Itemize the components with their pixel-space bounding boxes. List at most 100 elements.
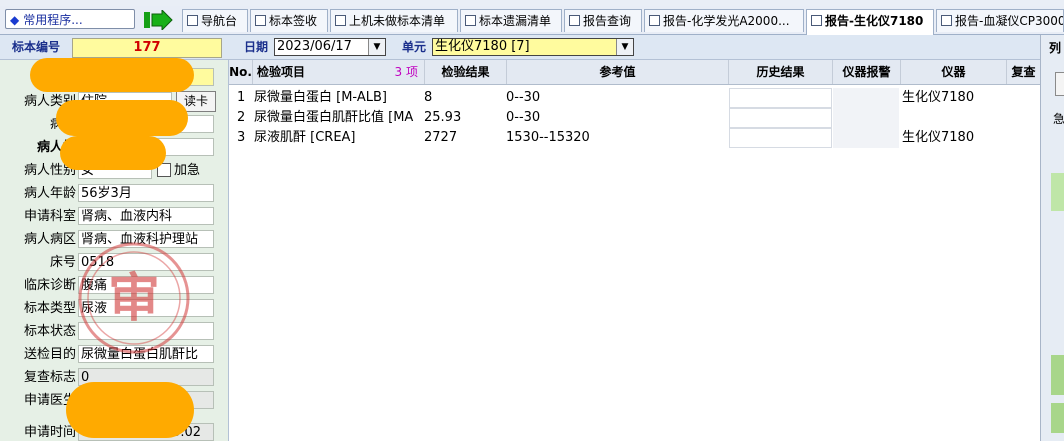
- cell-history: [729, 128, 832, 148]
- tab-label: 报告-生化仪7180: [825, 14, 924, 28]
- status-indicator: [1051, 403, 1064, 433]
- redaction-mark: [60, 136, 166, 170]
- unit-select[interactable]: 生化仪7180 [7] ▼: [432, 38, 634, 56]
- tab-icon: [811, 15, 822, 26]
- diagnosis-label: 临床诊断: [23, 278, 76, 293]
- cell-instrument: [899, 108, 1005, 128]
- side-button[interactable]: [1055, 72, 1064, 96]
- filter-bar: 标本编号 177 日期 2023/06/17 ▼ 单元 生化仪7180 [7] …: [0, 35, 1040, 60]
- tab-label: 报告-血凝仪CP3000: [955, 14, 1064, 28]
- tab-icon: [335, 15, 346, 26]
- cell-history: [729, 88, 832, 108]
- review-stamp: 审: [78, 242, 190, 354]
- tab-sample-receipt[interactable]: 标本签收: [250, 9, 328, 32]
- tab-icon: [569, 15, 580, 26]
- tab-report-coagulation[interactable]: 报告-血凝仪CP3000: [936, 9, 1064, 32]
- tab-report-chemiluminescence[interactable]: 报告-化学发光A2000...: [644, 9, 804, 32]
- stamp-text: 审: [108, 269, 160, 329]
- cell-reference: 0--30: [506, 110, 541, 125]
- go-arrow-icon[interactable]: [143, 10, 173, 30]
- col-header-item[interactable]: 检验项目 3 项: [253, 60, 425, 84]
- ward-label: 病人病区: [23, 232, 76, 247]
- col-header-result[interactable]: 检验结果: [425, 60, 507, 84]
- tab-icon: [465, 15, 476, 26]
- table-row[interactable]: 1 尿微量白蛋白 [M-ALB] 8 0--30 生化仪7180: [229, 88, 1040, 108]
- sample-no-field[interactable]: 177: [72, 38, 222, 58]
- dept-label: 申请科室: [23, 209, 76, 224]
- cell-instrument: 生化仪7180: [902, 130, 975, 145]
- specimen-status-label: 标本状态: [23, 324, 76, 339]
- cell-alarm: [833, 108, 899, 128]
- table-row[interactable]: 3 尿液肌酐 [CREA] 2727 1530--15320 生化仪7180: [229, 128, 1040, 148]
- tab-label: 报告查询: [583, 14, 632, 28]
- urgent-label: 加急: [174, 163, 201, 178]
- bed-label: 床号: [49, 255, 76, 270]
- tab-unrun-samples[interactable]: 上机未做标本清单: [330, 9, 458, 32]
- cell-item: 尿微量白蛋白肌酐比值 [MA: [254, 110, 414, 125]
- tab-icon: [649, 15, 660, 26]
- tab-label: 报告-化学发光A2000...: [663, 14, 790, 28]
- patient-age-label: 病人年龄: [23, 186, 76, 201]
- col-header-no[interactable]: No.: [229, 60, 253, 84]
- chevron-down-icon[interactable]: ▼: [616, 39, 633, 55]
- table-row[interactable]: 2 尿微量白蛋白肌酐比值 [MA 25.93 0--30: [229, 108, 1040, 128]
- tab-report-query[interactable]: 报告查询: [564, 9, 642, 32]
- redaction-mark: [56, 100, 188, 136]
- patient-age-row: 病人年龄 56岁3月: [0, 183, 228, 204]
- right-column-label: 列: [1049, 41, 1062, 55]
- unit-value: 生化仪7180 [7]: [435, 39, 530, 54]
- cell-alarm: [833, 88, 899, 108]
- tab-missing-samples[interactable]: 标本遗漏清单: [460, 9, 562, 32]
- chevron-down-icon[interactable]: ▼: [368, 39, 385, 55]
- cell-instrument: 生化仪7180: [902, 90, 975, 105]
- cell-reference: 1530--15320: [506, 130, 590, 145]
- tab-report-biochem[interactable]: 报告-生化仪7180: [806, 9, 934, 35]
- unit-label: 单元: [402, 40, 427, 54]
- purpose-label: 送检目的: [23, 347, 76, 362]
- tab-icon: [187, 15, 198, 26]
- patient-age-field[interactable]: 56岁3月: [78, 184, 214, 202]
- dept-field[interactable]: 肾病、血液内科: [78, 207, 214, 225]
- diamond-icon: ◆: [10, 13, 20, 27]
- tab-label: 标本遗漏清单: [479, 14, 552, 28]
- cell-result[interactable]: 8: [421, 88, 503, 108]
- date-picker[interactable]: 2023/06/17 ▼: [274, 38, 386, 56]
- col-header-history[interactable]: 历史结果: [729, 60, 833, 84]
- cell-history: [729, 108, 832, 128]
- cell-item: 尿液肌酐 [CREA]: [254, 130, 356, 145]
- col-header-alarm[interactable]: 仪器报警: [833, 60, 901, 84]
- tab-icon: [941, 15, 952, 26]
- dept-row: 申请科室 肾病、血液内科: [0, 206, 228, 227]
- right-side-panel: 列 急: [1040, 35, 1064, 441]
- col-header-instrument[interactable]: 仪器: [901, 60, 1007, 84]
- col-header-item-label: 检验项目: [257, 65, 306, 79]
- cell-reference: 0--30: [506, 90, 541, 105]
- sample-no-label: 标本编号: [12, 40, 61, 54]
- date-label: 日期: [244, 40, 269, 54]
- specimen-type-label: 标本类型: [23, 301, 76, 316]
- status-indicator: [1051, 173, 1064, 211]
- table-header: No. 检验项目 3 项 检验结果 参考值 历史结果 仪器报警 仪器 复查: [229, 60, 1040, 85]
- col-header-reference[interactable]: 参考值: [507, 60, 729, 84]
- redaction-mark: [66, 382, 194, 438]
- col-header-recheck[interactable]: 复查: [1007, 60, 1040, 84]
- tab-navigation[interactable]: 导航台: [182, 9, 248, 32]
- redaction-mark: [30, 58, 194, 92]
- tab-icon: [255, 15, 266, 26]
- cell-result[interactable]: 2727: [421, 128, 503, 148]
- common-programs-label: 常用程序...: [23, 13, 83, 27]
- recheck-label: 复查标志: [23, 370, 76, 385]
- date-value: 2023/06/17: [277, 39, 352, 54]
- cell-item: 尿微量白蛋白 [M-ALB]: [254, 90, 387, 105]
- item-count-badge: 3 项: [394, 65, 418, 79]
- results-table: No. 检验项目 3 项 检验结果 参考值 历史结果 仪器报警 仪器 复查 1 …: [229, 60, 1040, 441]
- request-time-label: 申请时间: [23, 425, 76, 440]
- tab-label: 导航台: [201, 14, 238, 28]
- cell-result[interactable]: 25.93: [421, 108, 503, 128]
- urgent-flag-label: 急: [1053, 112, 1064, 126]
- common-programs-button[interactable]: ◆ 常用程序...: [5, 9, 135, 29]
- toolbar: ◆ 常用程序... 导航台 标本签收 上机未做标本清单 标本遗漏清单 报告查询 报…: [0, 6, 1064, 35]
- tab-label: 上机未做标本清单: [349, 14, 446, 28]
- tab-label: 标本签收: [269, 14, 318, 28]
- status-indicator: [1051, 355, 1064, 395]
